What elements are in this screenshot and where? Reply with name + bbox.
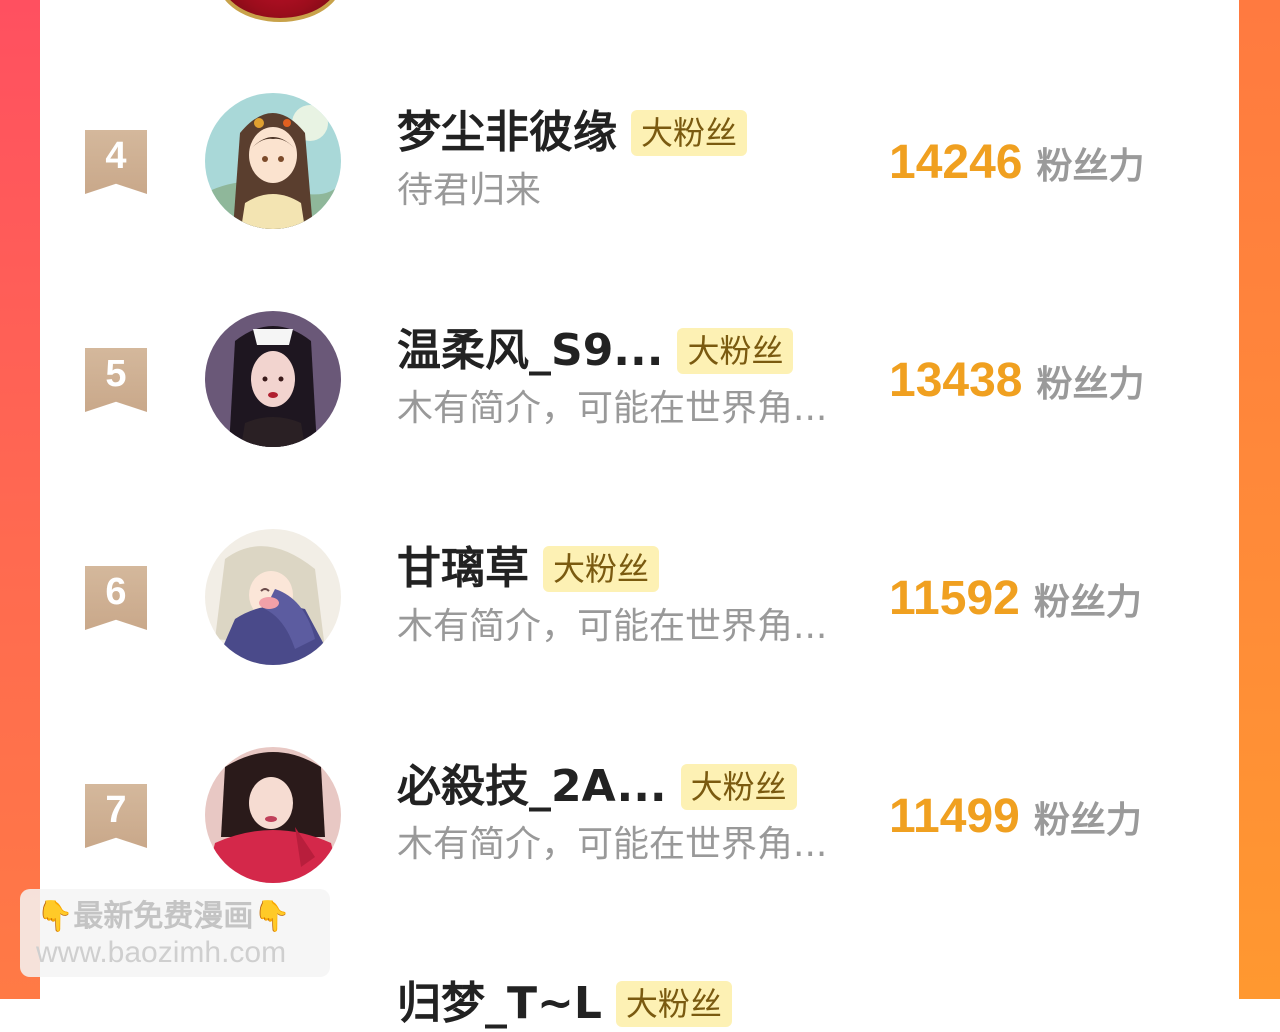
user-name[interactable]: 温柔风_S9... — [397, 323, 663, 379]
user-avatar[interactable] — [205, 311, 341, 447]
fan-power: 11592 粉丝力 — [889, 571, 1142, 626]
fan-power: 14246 粉丝力 — [889, 135, 1145, 190]
pointing-down-icon: 👇 — [253, 899, 291, 934]
user-name[interactable]: 梦尘非彼缘 — [397, 105, 617, 161]
rank-number: 5 — [105, 353, 127, 395]
watermark-url[interactable]: www.baozimh.com — [36, 935, 318, 971]
leaderboard-row[interactable]: 6 甘璃草 大粉丝 木有简介，可能在世界角... 11592 粉丝力 — [0, 529, 1280, 689]
fan-power-value: 11499 — [889, 790, 1020, 843]
user-avatar[interactable] — [205, 93, 341, 229]
rank-ribbon: 7 — [85, 784, 147, 848]
watermark-title: 👇最新免费漫画👇 — [36, 899, 318, 935]
rank-number: 4 — [105, 135, 127, 177]
user-name-line: 甘璃草 大粉丝 — [397, 541, 660, 597]
rank-ribbon: 4 — [85, 130, 147, 194]
leaderboard-row[interactable]: 4 梦尘非彼缘 大粉丝 待君归来 14246 粉丝力 — [0, 93, 1280, 253]
leaderboard-row-partial[interactable]: 归梦_T~L 大粉丝 — [397, 976, 732, 1032]
fan-level-badge: 大粉丝 — [615, 981, 732, 1027]
user-bio: 待君归来 — [397, 170, 542, 211]
leaderboard-row[interactable]: 7 必殺技_2A... 大粉丝 木有简介，可能在世界角... 11499 粉丝力 — [0, 747, 1280, 907]
fan-power-value: 14246 — [889, 136, 1023, 189]
fan-power-value: 13438 — [889, 354, 1023, 407]
user-name[interactable]: 甘璃草 — [397, 541, 529, 597]
user-bio: 木有简介，可能在世界角... — [397, 388, 828, 429]
fan-power-label: 粉丝力 — [1033, 582, 1142, 623]
user-name-line: 温柔风_S9... 大粉丝 — [397, 323, 794, 379]
leaderboard-row[interactable]: 5 温柔风_S9... 大粉丝 木有简介，可能在世界角... 13438 粉丝力 — [0, 311, 1280, 471]
rank-number: 7 — [105, 789, 127, 831]
fan-level-badge: 大粉丝 — [543, 546, 660, 592]
user-name-line: 梦尘非彼缘 大粉丝 — [397, 105, 748, 161]
rank-ribbon: 5 — [85, 348, 147, 412]
site-watermark[interactable]: 👇最新免费漫画👇 www.baozimh.com — [20, 889, 330, 977]
fan-power: 13438 粉丝力 — [889, 353, 1145, 408]
fan-level-badge: 大粉丝 — [631, 110, 748, 156]
watermark-text: 最新免费漫画 — [73, 899, 254, 934]
fan-power-label: 粉丝力 — [1036, 146, 1145, 187]
user-name[interactable]: 必殺技_2A... — [397, 759, 667, 815]
fan-power-label: 粉丝力 — [1033, 800, 1142, 841]
rank-ribbon: 6 — [85, 566, 147, 630]
fan-power-label: 粉丝力 — [1036, 364, 1145, 405]
fan-power-value: 11592 — [889, 572, 1020, 625]
fan-power: 11499 粉丝力 — [889, 789, 1142, 844]
user-bio: 木有简介，可能在世界角... — [397, 606, 828, 647]
user-bio: 木有简介，可能在世界角... — [397, 824, 828, 865]
rank-number: 6 — [105, 571, 127, 613]
fan-level-badge: 大粉丝 — [680, 764, 797, 810]
pointing-down-icon: 👇 — [36, 899, 74, 934]
user-name-line: 必殺技_2A... 大粉丝 — [397, 759, 797, 815]
user-avatar[interactable] — [205, 747, 341, 883]
user-avatar[interactable] — [205, 529, 341, 665]
fan-level-badge: 大粉丝 — [677, 328, 794, 374]
user-name[interactable]: 归梦_T~L — [397, 976, 602, 1032]
